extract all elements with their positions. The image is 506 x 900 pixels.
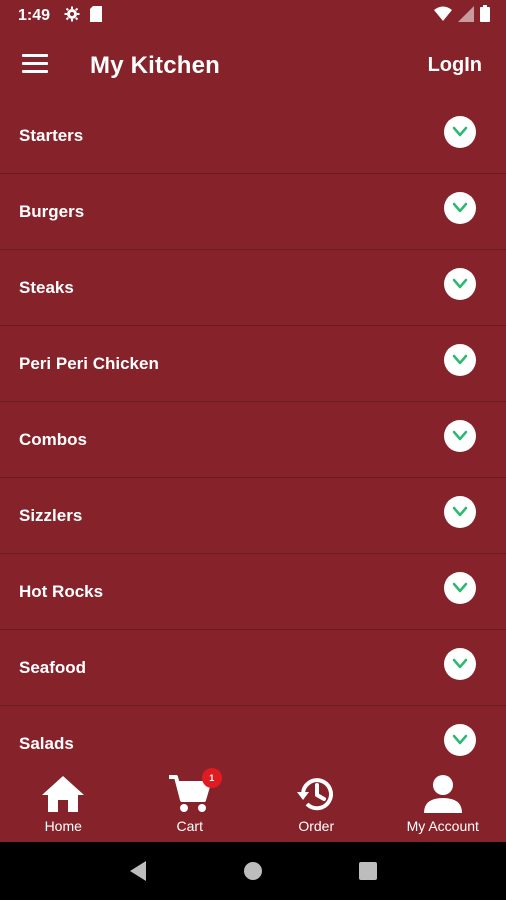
category-label: Seafood xyxy=(19,657,87,677)
nav-home[interactable]: Home xyxy=(0,766,127,842)
chevron-down-icon[interactable] xyxy=(444,723,476,756)
recents-icon[interactable] xyxy=(348,851,388,891)
chevron-down-icon[interactable] xyxy=(444,191,476,224)
category-item-burgers[interactable]: Burgers xyxy=(0,174,506,250)
category-label: Salads xyxy=(19,733,74,753)
category-item-starters[interactable]: Starters xyxy=(0,98,506,174)
nav-my-account-label: My Account xyxy=(406,818,479,834)
page-title: My Kitchen xyxy=(90,52,221,79)
category-label: Hot Rocks xyxy=(19,581,104,601)
category-label: Peri Peri Chicken xyxy=(19,353,159,373)
chevron-down-icon[interactable] xyxy=(444,343,476,376)
chevron-down-icon[interactable] xyxy=(444,115,476,148)
category-item-combos[interactable]: Combos xyxy=(0,402,506,478)
status-bar: 1:49 xyxy=(0,0,506,32)
category-label: Steaks xyxy=(19,277,74,297)
system-navigation-bar xyxy=(0,842,506,900)
wifi-icon xyxy=(434,6,452,27)
nav-cart-label: Cart xyxy=(176,818,203,834)
category-label: Burgers xyxy=(19,201,85,221)
cart-icon: 1 xyxy=(168,768,222,814)
bottom-navigation: Home 1 Cart Order My Account xyxy=(0,766,506,842)
category-item-seafood[interactable]: Seafood xyxy=(0,630,506,706)
user-icon xyxy=(422,774,464,814)
chevron-down-icon[interactable] xyxy=(444,495,476,528)
cart-count-badge: 1 xyxy=(201,768,222,788)
login-button[interactable]: LogIn xyxy=(428,54,482,77)
home-icon xyxy=(41,774,85,814)
chevron-down-icon[interactable] xyxy=(444,267,476,300)
category-item-steaks[interactable]: Steaks xyxy=(0,250,506,326)
battery-icon xyxy=(480,5,490,27)
nav-home-label: Home xyxy=(44,818,82,834)
chevron-down-icon[interactable] xyxy=(444,647,476,680)
category-item-salads[interactable]: Salads xyxy=(0,706,506,766)
nav-order-label: Order xyxy=(298,818,335,834)
category-list: Starters Burgers Steaks Peri Peri Chicke… xyxy=(0,98,506,766)
category-label: Sizzlers xyxy=(19,505,83,525)
category-label: Starters xyxy=(19,125,84,145)
nav-my-account[interactable]: My Account xyxy=(380,766,506,842)
app-bar: My Kitchen LogIn xyxy=(0,32,506,98)
nav-cart[interactable]: 1 Cart xyxy=(127,766,254,842)
chevron-down-icon[interactable] xyxy=(444,571,476,604)
hamburger-menu-icon[interactable] xyxy=(22,54,48,76)
history-icon xyxy=(296,774,336,814)
category-item-peri-peri-chicken[interactable]: Peri Peri Chicken xyxy=(0,326,506,402)
home-circle-icon[interactable] xyxy=(233,851,273,891)
back-icon[interactable] xyxy=(118,851,158,891)
category-item-hot-rocks[interactable]: Hot Rocks xyxy=(0,554,506,630)
status-time: 1:49 xyxy=(18,7,51,24)
signal-icon xyxy=(458,5,474,27)
category-label: Combos xyxy=(19,429,87,449)
chevron-down-icon[interactable] xyxy=(444,419,476,452)
nav-order[interactable]: Order xyxy=(253,766,380,842)
settings-icon xyxy=(64,6,80,27)
sd-card-icon xyxy=(90,5,103,27)
category-item-sizzlers[interactable]: Sizzlers xyxy=(0,478,506,554)
